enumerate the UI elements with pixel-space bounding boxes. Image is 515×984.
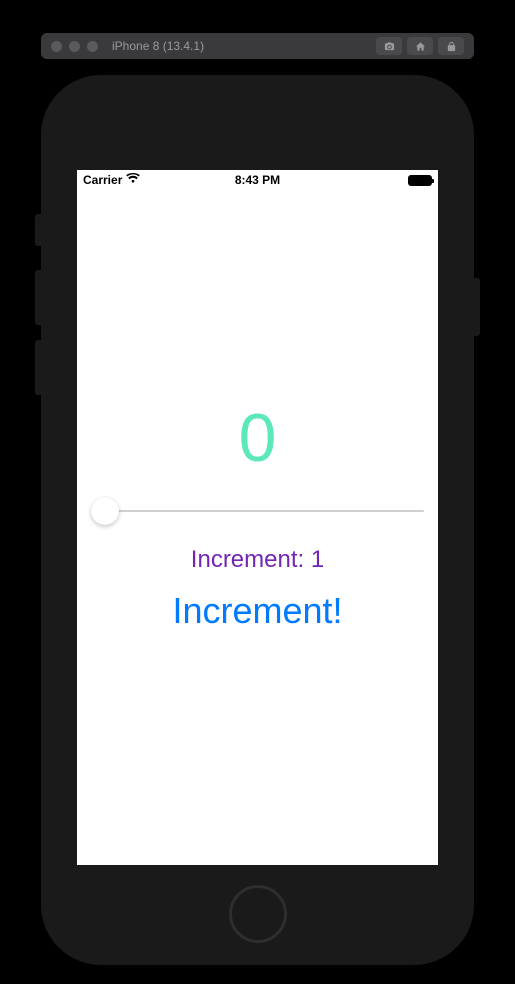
- increment-button[interactable]: Increment!: [172, 590, 342, 632]
- slider-thumb[interactable]: [91, 497, 119, 525]
- home-button-sim[interactable]: [407, 37, 433, 55]
- power-button[interactable]: [474, 278, 480, 336]
- maximize-window-button[interactable]: [87, 41, 98, 52]
- rotate-button[interactable]: [438, 37, 464, 55]
- simulator-toolbar: [376, 37, 464, 55]
- slider-track: [91, 510, 424, 512]
- simulator-device-label: iPhone 8 (13.4.1): [112, 39, 370, 53]
- phone-screen: Carrier 8:43 PM 0 Increment: 1 Increment…: [77, 170, 438, 865]
- phone-frame: Carrier 8:43 PM 0 Increment: 1 Increment…: [41, 75, 474, 965]
- lock-icon: [446, 41, 457, 52]
- traffic-lights: [51, 41, 98, 52]
- counter-value: 0: [239, 404, 277, 472]
- camera-icon: [384, 41, 395, 52]
- home-button[interactable]: [229, 885, 287, 943]
- close-window-button[interactable]: [51, 41, 62, 52]
- simulator-title-bar: iPhone 8 (13.4.1): [41, 33, 474, 59]
- increment-slider[interactable]: [77, 496, 438, 526]
- increment-label: Increment: 1: [191, 546, 324, 574]
- app-content: 0 Increment: 1 Increment!: [77, 170, 438, 865]
- home-icon: [415, 41, 426, 52]
- screenshot-button[interactable]: [376, 37, 402, 55]
- minimize-window-button[interactable]: [69, 41, 80, 52]
